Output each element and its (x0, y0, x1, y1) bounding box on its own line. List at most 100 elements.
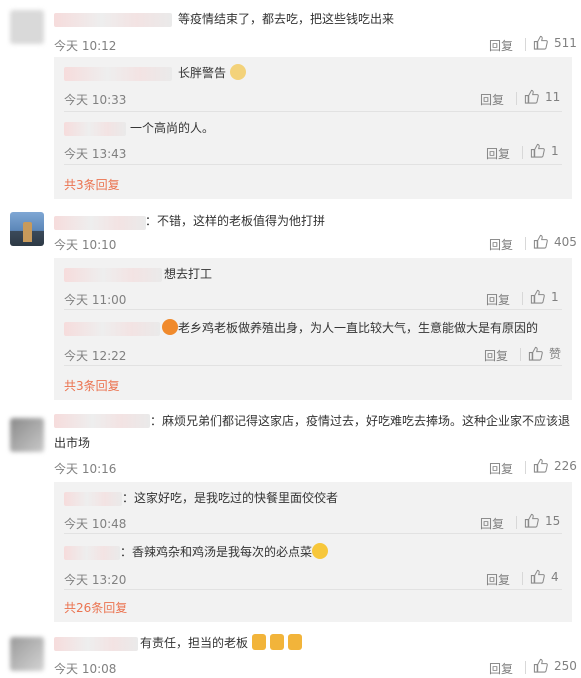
like-count: 226 (554, 458, 577, 473)
reply-button[interactable]: 回复 (489, 236, 513, 253)
like-button[interactable]: 1 (530, 143, 559, 158)
thumbs-up-emoji (251, 634, 266, 650)
reply-box: ：这家好吃，是我吃过的快餐里面佼佼者 今天 10:48 回复 15 ：香辣鸡杂和… (54, 482, 572, 622)
comment-text: ：麻烦兄弟们都记得这家店，疫情过去，好吃难吃去捧场。这种企业家不应该退出市场 (54, 414, 571, 450)
divider (520, 348, 521, 361)
like-count: 1 (551, 289, 559, 304)
reply-button[interactable]: 回复 (489, 660, 513, 677)
divider (64, 589, 562, 590)
reply-box: 长胖警告 今天 10:33 回复 11 一个高尚的人。 今天 13:43 回复 … (54, 57, 572, 199)
grin-emoji (312, 543, 329, 559)
reply-time: 今天 10:33 (64, 93, 127, 107)
username-blurred[interactable] (64, 67, 172, 81)
avatar[interactable] (10, 10, 44, 44)
divider (525, 237, 526, 250)
username-blurred[interactable] (64, 322, 160, 336)
more-replies-link[interactable]: 共3条回复 (64, 176, 120, 193)
reply-text: 想去打工 (164, 267, 213, 281)
divider (516, 92, 517, 105)
thumbs-up-icon (530, 569, 545, 584)
reply-button[interactable]: 回复 (486, 291, 510, 308)
comment-item: ：不错，这样的老板值得为他打拼 今天 10:10 回复 405 想去打工 今天 … (0, 205, 581, 405)
like-button[interactable]: 赞 (528, 345, 561, 362)
reply-text: 一个高尚的人。 (130, 121, 215, 135)
thumbs-up-icon (533, 658, 548, 673)
divider (525, 661, 526, 674)
divider (522, 572, 523, 585)
comment-text: ：不错，这样的老板值得为他打拼 (145, 214, 326, 228)
like-label: 赞 (549, 347, 562, 361)
more-replies-link[interactable]: 共3条回复 (64, 377, 120, 394)
like-button[interactable]: 4 (530, 569, 559, 584)
username-blurred[interactable] (64, 268, 162, 282)
username-blurred[interactable] (64, 122, 126, 136)
comment-time: 今天 10:16 (54, 462, 117, 476)
dog-face-emoji (229, 64, 246, 80)
like-button[interactable]: 1 (530, 289, 559, 304)
reply-item: 老乡鸡老板做养殖出身，为人一直比较大气，生意能做大是有原因的 今天 12:22 … (54, 310, 572, 366)
reply-time: 今天 12:22 (64, 349, 127, 363)
divider (522, 292, 523, 305)
like-button[interactable]: 405 (533, 234, 577, 249)
username-blurred[interactable] (64, 492, 122, 506)
like-count: 1 (551, 143, 559, 158)
username-blurred[interactable] (54, 637, 138, 651)
reply-item: ：香辣鸡杂和鸡汤是我每次的必点菜 今天 13:20 回复 4 (54, 534, 572, 590)
like-button[interactable]: 250 (533, 658, 577, 673)
like-count: 4 (551, 569, 559, 584)
reply-time: 今天 13:20 (64, 573, 127, 587)
like-button[interactable]: 226 (533, 458, 577, 473)
like-button[interactable]: 11 (524, 89, 560, 104)
reply-item: 长胖警告 今天 10:33 回复 11 (54, 57, 572, 112)
comment-text: 等疫情结束了，都去吃，把这些钱吃出来 (178, 12, 395, 26)
avatar[interactable] (10, 212, 44, 246)
comment-item: 有责任，担当的老板 今天 10:08 回复 250 (0, 628, 581, 678)
like-button[interactable]: 511 (533, 35, 577, 50)
more-replies-link[interactable]: 共26条回复 (64, 599, 127, 616)
username-blurred[interactable] (54, 13, 172, 27)
divider (525, 461, 526, 474)
comment-time: 今天 10:10 (54, 238, 117, 252)
divider (64, 164, 562, 165)
username-blurred[interactable] (54, 216, 146, 230)
comment-text: 有责任，担当的老板 (140, 633, 302, 654)
like-button[interactable]: 15 (524, 513, 560, 528)
thumbs-up-icon (524, 89, 539, 104)
thumbs-up-emoji (269, 634, 284, 650)
reply-text: ：香辣鸡杂和鸡汤是我每次的必点菜 (120, 542, 329, 563)
reply-item: 想去打工 今天 11:00 回复 1 (54, 258, 572, 310)
thumbs-up-icon (528, 346, 543, 361)
reply-button[interactable]: 回复 (486, 571, 510, 588)
reply-time: 今天 11:00 (64, 293, 127, 307)
reply-time: 今天 13:43 (64, 147, 127, 161)
avatar[interactable] (10, 418, 44, 452)
comment-time: 今天 10:08 (54, 662, 117, 676)
divider (522, 146, 523, 159)
reply-button[interactable]: 回复 (489, 460, 513, 477)
reply-button[interactable]: 回复 (480, 515, 504, 532)
like-count: 405 (554, 234, 577, 249)
comment-time: 今天 10:12 (54, 39, 117, 53)
thumbs-up-icon (530, 143, 545, 158)
reply-button[interactable]: 回复 (484, 347, 508, 364)
reply-item: 一个高尚的人。 今天 13:43 回复 1 (54, 112, 572, 165)
username-blurred[interactable] (64, 546, 120, 560)
comment-item: ：麻烦兄弟们都记得这家店，疫情过去，好吃难吃去捧场。这种企业家不应该退出市场 今… (0, 408, 581, 628)
reply-button[interactable]: 回复 (489, 37, 513, 54)
thumbs-up-icon (530, 289, 545, 304)
laughing-emoji (162, 319, 178, 335)
like-count: 11 (545, 89, 561, 104)
like-count: 15 (545, 513, 561, 528)
avatar[interactable] (10, 637, 44, 671)
reply-box: 想去打工 今天 11:00 回复 1 老乡鸡老板做养殖出身，为人一直比较大气，生… (54, 258, 572, 400)
reply-text: 长胖警告 (178, 63, 246, 84)
reply-button[interactable]: 回复 (486, 145, 510, 162)
comment-item: 等疫情结束了，都去吃，把这些钱吃出来 今天 10:12 回复 511 长胖警告 … (0, 0, 581, 200)
reply-text: ：这家好吃，是我吃过的快餐里面佼佼者 (122, 491, 339, 505)
divider (516, 516, 517, 529)
thumbs-up-emoji (287, 634, 302, 650)
like-count: 250 (554, 658, 577, 673)
reply-time: 今天 10:48 (64, 517, 127, 531)
reply-button[interactable]: 回复 (480, 91, 504, 108)
reply-item: ：这家好吃，是我吃过的快餐里面佼佼者 今天 10:48 回复 15 (54, 482, 572, 534)
